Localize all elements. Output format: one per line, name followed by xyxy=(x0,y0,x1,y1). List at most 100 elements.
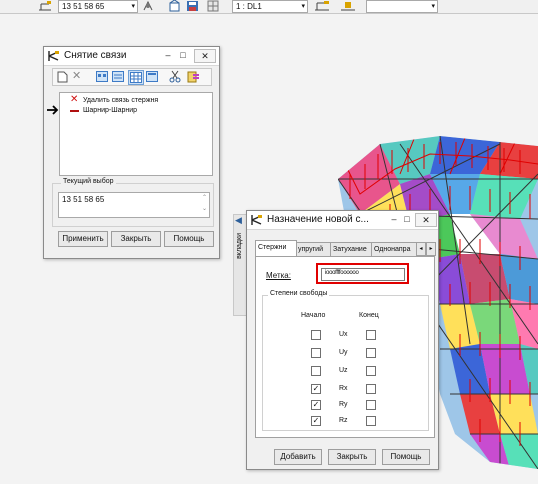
current-selection-field[interactable]: 13 51 58 65 ⌃ ⌄ xyxy=(58,192,210,218)
dof-row-rx: ✓ Rx xyxy=(263,383,423,395)
close-button[interactable]: Закрыть xyxy=(111,231,161,247)
delete-icon[interactable]: ✕ xyxy=(72,70,84,82)
rx-end-checkbox[interactable] xyxy=(366,384,376,394)
uz-end-checkbox[interactable] xyxy=(366,366,376,376)
maximize-icon[interactable]: □ xyxy=(401,213,413,225)
red-cross-icon: ✕ xyxy=(70,94,79,105)
dof-label: Ux xyxy=(339,331,348,338)
current-selection-label: Текущий выбор xyxy=(61,178,116,185)
tree-item-label: Удалить связь стержня xyxy=(83,97,159,104)
top-toolbar: 13 51 58 65 ▾ 1 : DL1 ▾ ▾ xyxy=(0,0,538,14)
scissors-icon[interactable] xyxy=(169,70,181,83)
ux-start-checkbox[interactable] xyxy=(311,330,321,340)
members-tab-page: Метка: ioooffffoooooo Степени свободы На… xyxy=(255,256,435,438)
help-button[interactable]: Помощь xyxy=(164,231,214,247)
scroll-up-icon[interactable]: ⌃ xyxy=(202,194,207,201)
dof-label: Uy xyxy=(339,349,348,356)
ux-end-checkbox[interactable] xyxy=(366,330,376,340)
side-tab-strip[interactable]: ◀ вкладки xyxy=(233,214,247,316)
dof-label: Rx xyxy=(339,385,348,392)
dof-label: Ry xyxy=(339,401,348,408)
ry-end-checkbox[interactable] xyxy=(366,400,376,410)
uy-start-checkbox[interactable] xyxy=(311,348,321,358)
node-list-combobox[interactable]: 13 51 58 65 ▾ xyxy=(58,0,138,13)
save-icon[interactable] xyxy=(186,0,199,12)
layer-value: 1 : DL1 xyxy=(236,2,262,11)
close-button[interactable]: Закрыть xyxy=(328,449,376,465)
release-dialog-title: Снятие связи xyxy=(64,50,127,61)
tab-damping[interactable]: Затухание xyxy=(330,242,374,256)
view-details-icon[interactable] xyxy=(112,71,124,82)
grid-icon[interactable] xyxy=(207,0,219,12)
hinge-icon xyxy=(70,110,79,112)
uz-start-checkbox[interactable] xyxy=(311,366,321,376)
building-icon[interactable] xyxy=(168,0,181,12)
frame-icon[interactable] xyxy=(38,0,52,12)
new-document-icon[interactable] xyxy=(57,71,68,83)
tab-one-way[interactable]: Однонапра xyxy=(371,242,419,256)
apply-button[interactable]: Применить xyxy=(58,231,108,247)
minimize-icon[interactable]: – xyxy=(388,213,400,225)
node-list-value: 13 51 58 65 xyxy=(62,2,105,11)
current-selection-group: Текущий выбор 13 51 58 65 ⌃ ⌄ xyxy=(52,178,214,227)
start-header: Начало xyxy=(301,312,326,319)
paste-icon[interactable] xyxy=(187,70,200,83)
tab-scroll-right-button[interactable]: ▸ xyxy=(426,242,436,256)
dof-group-title: Степени свободы xyxy=(268,290,330,297)
tree-item-remove-release[interactable]: ✕ Удалить связь стержня xyxy=(70,94,210,106)
view-grid-icon[interactable] xyxy=(146,71,158,82)
tab-members[interactable]: Стержни xyxy=(255,240,297,256)
close-icon[interactable]: ✕ xyxy=(415,213,437,227)
release-tree: ✕ Удалить связь стержня Шарнир-Шарнир xyxy=(47,92,213,176)
dof-group: Степени свободы Начало Конец Ux Uy Uz ✓ xyxy=(262,290,429,431)
chevron-down-icon[interactable]: ▾ xyxy=(431,1,435,12)
current-arrow-icon xyxy=(46,105,60,115)
extra-combobox[interactable]: ▾ xyxy=(366,0,438,13)
help-button[interactable]: Помощь xyxy=(382,449,430,465)
uy-end-checkbox[interactable] xyxy=(366,348,376,358)
panel-arrow-icon[interactable]: ◀ xyxy=(235,215,242,226)
label-field-highlight xyxy=(316,263,409,284)
add-button[interactable]: Добавить xyxy=(274,449,322,465)
app-icon xyxy=(48,50,60,62)
minimize-icon[interactable]: – xyxy=(162,49,174,61)
assign-dialog-title: Назначение новой с... xyxy=(267,214,369,225)
ry-start-checkbox[interactable]: ✓ xyxy=(311,400,321,410)
section-icon[interactable] xyxy=(314,0,330,12)
select-nodes-icon[interactable] xyxy=(142,0,156,12)
maximize-icon[interactable]: □ xyxy=(177,49,189,61)
rz-end-checkbox[interactable] xyxy=(366,416,376,426)
dof-row-ry: ✓ Ry xyxy=(263,399,423,411)
assign-dialog: Назначение новой с... – □ ✕ Стержни упру… xyxy=(246,210,439,470)
tree-item-hinge-hinge[interactable]: Шарнир-Шарнир xyxy=(70,106,210,116)
view-table-icon[interactable] xyxy=(128,70,144,85)
load-icon[interactable] xyxy=(340,0,356,12)
rx-start-checkbox[interactable]: ✓ xyxy=(311,384,321,394)
close-icon[interactable]: ✕ xyxy=(194,49,216,63)
app-icon xyxy=(251,214,263,226)
assign-tabs: Стержни упругий Затухание Однонапра ◂ ▸ xyxy=(255,240,436,256)
dof-row-uy: Uy xyxy=(263,347,423,359)
rz-start-checkbox[interactable]: ✓ xyxy=(311,416,321,426)
tree-item-label: Шарнир-Шарнир xyxy=(83,107,138,114)
view-list-icon[interactable] xyxy=(96,71,108,82)
dof-label: Rz xyxy=(339,417,348,424)
release-dialog-titlebar[interactable]: Снятие связи – □ ✕ xyxy=(44,47,219,66)
label-field-caption: Метка: xyxy=(266,271,291,280)
current-selection-value: 13 51 58 65 xyxy=(62,195,105,204)
assign-dialog-titlebar[interactable]: Назначение новой с... – □ ✕ xyxy=(247,211,438,230)
chevron-down-icon[interactable]: ▾ xyxy=(131,1,135,12)
tab-elastic[interactable]: упругий xyxy=(295,242,333,256)
release-dialog-toolbar: ✕ xyxy=(52,68,212,86)
scroll-down-icon[interactable]: ⌄ xyxy=(202,205,207,212)
chevron-down-icon[interactable]: ▾ xyxy=(301,1,305,12)
end-header: Конец xyxy=(359,312,379,319)
release-dialog: Снятие связи – □ ✕ ✕ ✕ Удалить связь сте… xyxy=(43,46,220,259)
dof-row-ux: Ux xyxy=(263,329,423,341)
tab-scroll-left-button[interactable]: ◂ xyxy=(416,242,426,256)
dof-row-rz: ✓ Rz xyxy=(263,415,423,427)
dof-row-uz: Uz xyxy=(263,365,423,377)
side-tab-label: вкладки xyxy=(236,233,243,259)
layer-combobox[interactable]: 1 : DL1 ▾ xyxy=(232,0,308,13)
dof-label: Uz xyxy=(339,367,348,374)
